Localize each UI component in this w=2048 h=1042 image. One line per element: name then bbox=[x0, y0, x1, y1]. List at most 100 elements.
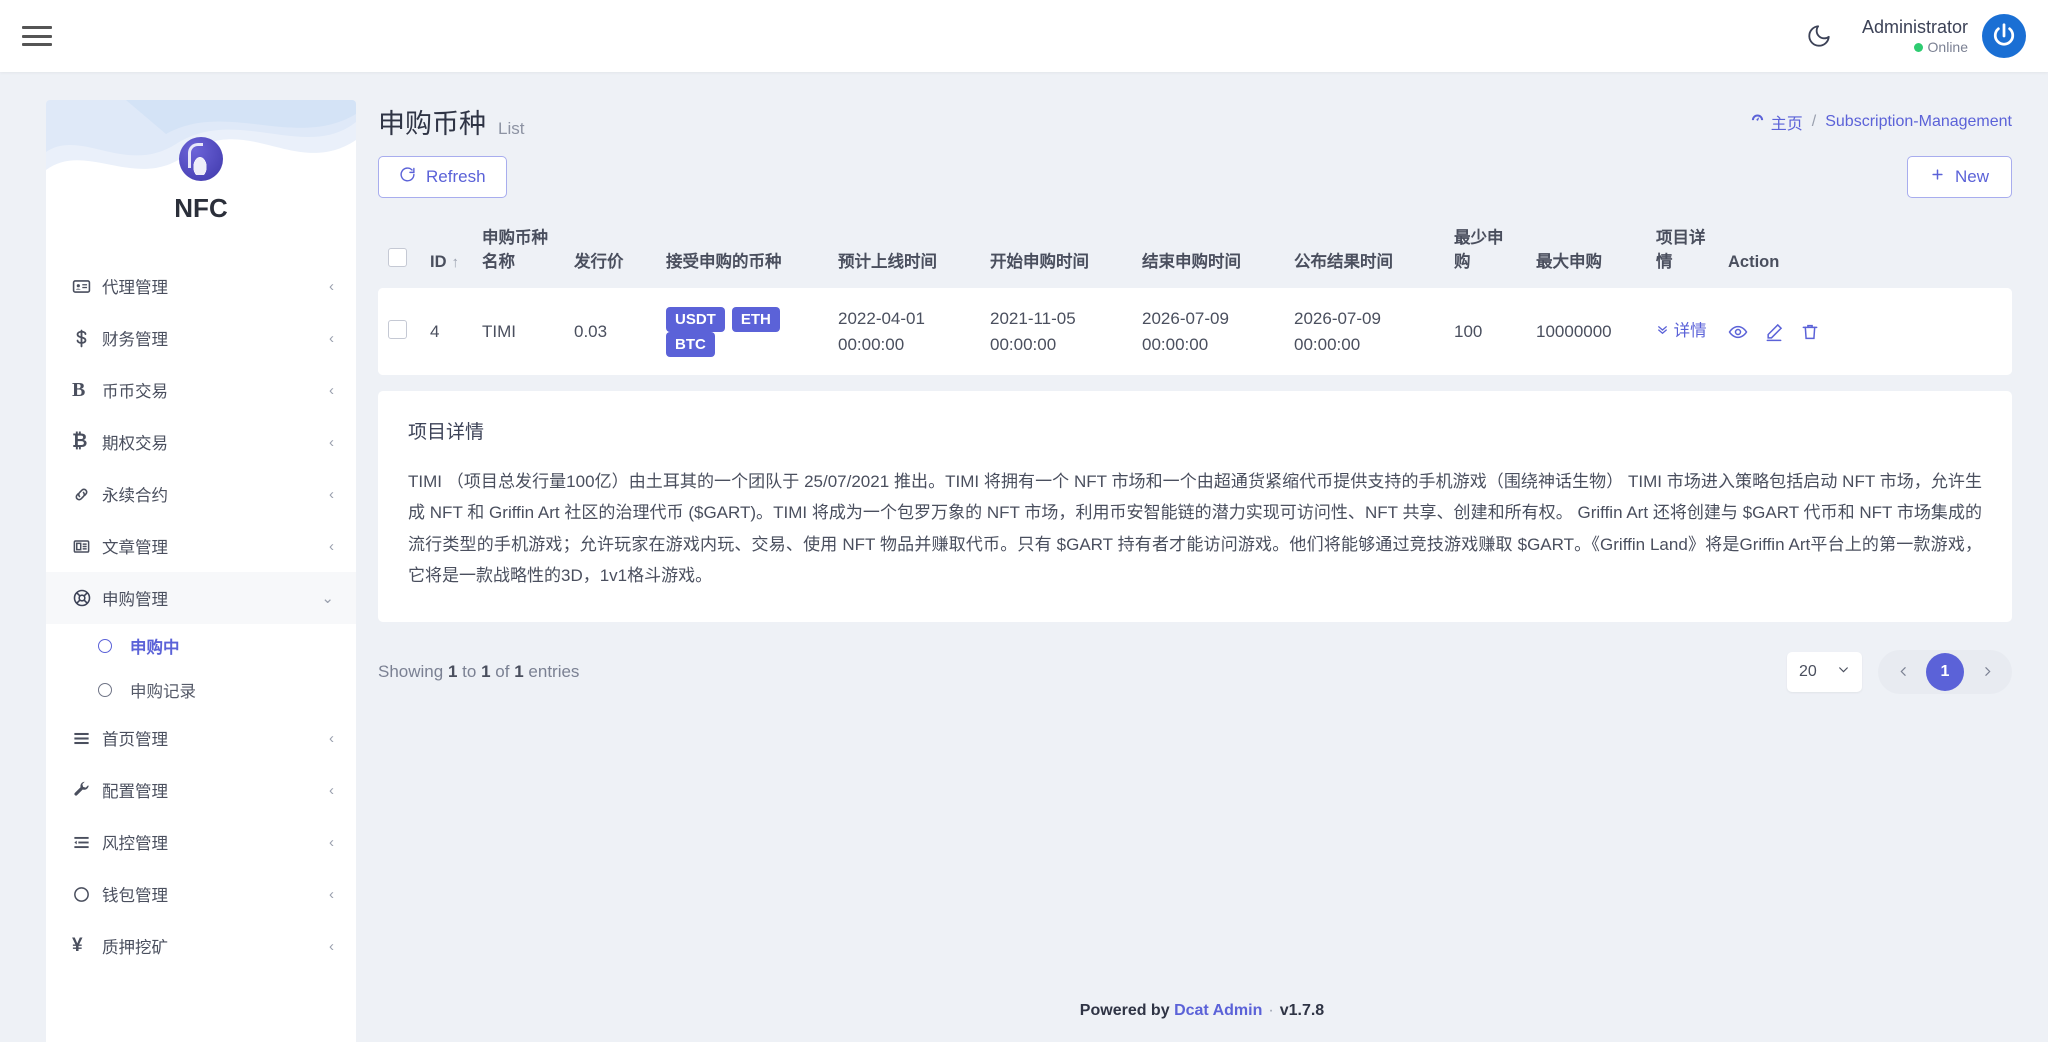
page-header: 申购币种 List 主页 / Subscription-Management bbox=[356, 72, 2048, 142]
sidebar-subitem-subscribing[interactable]: 申购中 bbox=[46, 624, 356, 668]
sidebar-item-wallet[interactable]: 钱包管理 ‹ bbox=[46, 868, 356, 920]
sidebar-subitem-label: 申购中 bbox=[130, 639, 180, 657]
showing-to-label: to bbox=[462, 661, 477, 681]
column-expected-online: 预计上线时间 bbox=[838, 253, 937, 271]
pencil-icon[interactable] bbox=[1764, 322, 1784, 342]
page-number-button[interactable]: 1 bbox=[1926, 652, 1964, 691]
table-head: ID ↑ 申购币种名称 发行价 接受申购的币种 预计上线时间 开始申购时间 结束申… bbox=[378, 216, 2012, 288]
column-id[interactable]: ID ↑ bbox=[420, 216, 472, 288]
breadcrumb-home-label: 主页 bbox=[1770, 116, 1803, 133]
project-detail-body: TIMI （项目总发行量100亿）由土耳其的一个团队于 25/07/2021 推… bbox=[408, 472, 1982, 586]
user-menu[interactable]: Administrator Online bbox=[1862, 14, 2026, 58]
coin-tag: BTC bbox=[666, 331, 715, 357]
column-coin-name: 申购币种名称 bbox=[482, 229, 548, 271]
column-project-detail: 项目详情 bbox=[1656, 229, 1706, 271]
breadcrumb-home-link[interactable]: 主页 bbox=[1750, 110, 1803, 134]
cell-max-subscribe: 10000000 bbox=[1526, 288, 1646, 375]
column-start-time: 开始申购时间 bbox=[990, 253, 1089, 271]
bitcoin-icon: ₿ bbox=[72, 431, 88, 452]
sidebar-item-article[interactable]: 文章管理 ‹ bbox=[46, 520, 356, 572]
row-actions bbox=[1728, 322, 2002, 342]
column-action: Action bbox=[1728, 253, 1780, 271]
sidebar-item-subscription[interactable]: 申购管理 ⌄ bbox=[46, 572, 356, 624]
expected-online-time: 00:00:00 bbox=[838, 334, 905, 354]
chevron-left-icon: ‹ bbox=[329, 537, 334, 555]
chevron-left-icon: ‹ bbox=[329, 433, 334, 451]
bars-icon bbox=[72, 729, 102, 748]
sidebar-item-option-trade[interactable]: ₿ 期权交易 ‹ bbox=[46, 416, 356, 468]
lifebuoy-icon bbox=[72, 588, 102, 608]
showing-entries: Showing 1 to 1 of 1 entries bbox=[378, 662, 579, 682]
avatar[interactable] bbox=[1982, 14, 2026, 58]
cell-coin-name: TIMI bbox=[472, 288, 564, 375]
end-date: 2026-07-09 bbox=[1142, 309, 1229, 328]
column-id-label: ID bbox=[430, 253, 447, 271]
cell-id: 4 bbox=[420, 288, 472, 375]
sidebar-item-finance[interactable]: 财务管理 ‹ bbox=[46, 312, 356, 364]
sidebar-brand[interactable]: NFC bbox=[46, 100, 356, 260]
column-accepted-coins: 接受申购的币种 bbox=[666, 253, 782, 271]
sidebar-submenu-subscription: 申购中 申购记录 bbox=[46, 624, 356, 712]
expected-online-date: 2022-04-01 bbox=[838, 309, 925, 328]
table-row[interactable]: 4 TIMI 0.03 USDT ETH BTC 2022-04-01 00:00:… bbox=[378, 288, 2012, 375]
trash-icon[interactable] bbox=[1800, 322, 1820, 342]
showing-entries-label: entries bbox=[528, 661, 580, 681]
sidebar-menu: 代理管理 ‹ 财务管理 ‹ B 币币交易 ‹ ₿ 期权交易 ‹ 永续合约 ‹ 文… bbox=[46, 260, 356, 972]
sidebar-item-homepage[interactable]: 首页管理 ‹ bbox=[46, 712, 356, 764]
chevron-left-icon: ‹ bbox=[329, 329, 334, 347]
hamburger-menu-icon[interactable] bbox=[22, 24, 52, 48]
cell-result-time: 2026-07-09 00:00:00 bbox=[1284, 288, 1444, 375]
eye-icon[interactable] bbox=[1728, 322, 1748, 342]
moon-icon[interactable] bbox=[1802, 19, 1836, 53]
version-label: v1.7.8 bbox=[1279, 1002, 1325, 1019]
select-all-checkbox[interactable] bbox=[388, 248, 407, 267]
sidebar: NFC 代理管理 ‹ 财务管理 ‹ B 币币交易 ‹ ₿ 期权交易 ‹ 永续合约… bbox=[46, 100, 356, 1042]
start-time: 00:00:00 bbox=[990, 334, 1057, 354]
per-page-value: 20 bbox=[1799, 662, 1817, 680]
powered-by-label: Powered by bbox=[1079, 1002, 1170, 1019]
sort-asc-icon: ↑ bbox=[451, 254, 460, 271]
project-detail-toggle[interactable]: 详情 bbox=[1656, 322, 1707, 340]
brand-logo-icon bbox=[179, 136, 223, 181]
chevron-left-icon: ‹ bbox=[329, 781, 334, 799]
column-end-time: 结束申购时间 bbox=[1142, 253, 1241, 271]
user-status: Online bbox=[1862, 39, 1968, 57]
chevron-down-icon: ⌄ bbox=[321, 590, 334, 607]
cell-actions bbox=[1718, 288, 2012, 375]
breadcrumb-current[interactable]: Subscription-Management bbox=[1825, 113, 2012, 131]
chevron-left-icon: ‹ bbox=[329, 381, 334, 399]
sidebar-item-label: 期权交易 bbox=[102, 435, 168, 453]
page-title: 申购币种 bbox=[378, 109, 486, 139]
page-subtitle: List bbox=[498, 119, 525, 138]
new-button-label: New bbox=[1954, 167, 1989, 186]
circle-icon bbox=[98, 683, 112, 697]
sidebar-item-staking[interactable]: ¥ 质押挖矿 ‹ bbox=[46, 920, 356, 972]
sidebar-item-perpetual[interactable]: 永续合约 ‹ bbox=[46, 468, 356, 520]
sidebar-subitem-records[interactable]: 申购记录 bbox=[46, 668, 356, 712]
letter-b-icon: B bbox=[72, 378, 86, 401]
per-page-select[interactable]: 20 bbox=[1787, 651, 1862, 692]
showing-of-label: of bbox=[495, 661, 510, 681]
cell-end-time: 2026-07-09 00:00:00 bbox=[1132, 288, 1284, 375]
row-checkbox[interactable] bbox=[388, 319, 407, 339]
chevron-left-icon: ‹ bbox=[329, 729, 334, 747]
next-page-button[interactable] bbox=[1968, 653, 2006, 691]
sidebar-item-label: 钱包管理 bbox=[102, 887, 168, 905]
sidebar-item-label: 首页管理 bbox=[102, 731, 168, 749]
refresh-button[interactable]: Refresh bbox=[378, 156, 507, 198]
online-dot-icon bbox=[1913, 42, 1923, 52]
sidebar-item-config[interactable]: 配置管理 ‹ bbox=[46, 764, 356, 816]
showing-to: 1 bbox=[481, 661, 491, 681]
new-button[interactable]: New bbox=[1906, 156, 2012, 198]
link-chain-icon bbox=[72, 485, 102, 504]
project-detail-title: 项目详情 bbox=[408, 422, 485, 443]
project-detail-label: 详情 bbox=[1673, 321, 1707, 340]
coin-tag: ETH bbox=[731, 306, 780, 332]
dcat-admin-link[interactable]: Dcat Admin bbox=[1174, 1002, 1262, 1020]
prev-page-button[interactable] bbox=[1884, 653, 1922, 691]
user-status-label: Online bbox=[1927, 38, 1968, 55]
sidebar-item-risk[interactable]: 风控管理 ‹ bbox=[46, 816, 356, 868]
sidebar-item-coin-trade[interactable]: B 币币交易 ‹ bbox=[46, 364, 356, 416]
sidebar-item-agent[interactable]: 代理管理 ‹ bbox=[46, 260, 356, 312]
brand-name: NFC bbox=[174, 192, 228, 223]
